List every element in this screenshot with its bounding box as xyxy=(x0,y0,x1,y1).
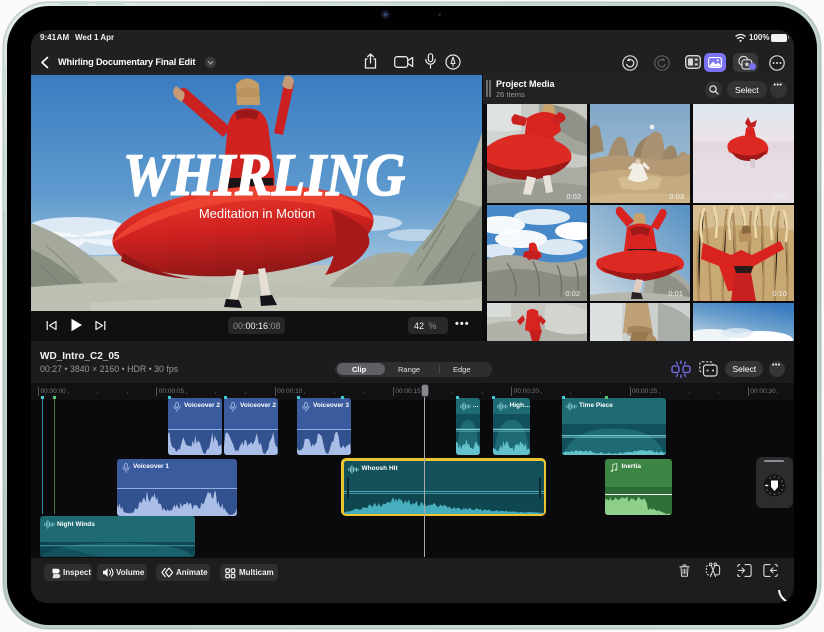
svg-text:0:01: 0:01 xyxy=(668,289,683,298)
svg-text:0:02: 0:02 xyxy=(772,192,787,201)
svg-text:0:02: 0:02 xyxy=(565,289,580,298)
svg-text:WHIRLING: WHIRLING xyxy=(123,142,405,208)
svg-text:0:03: 0:03 xyxy=(669,192,684,201)
svg-text:Meditation in Motion: Meditation in Motion xyxy=(199,206,315,221)
svg-text:0:02: 0:02 xyxy=(566,192,581,201)
svg-text:0:10: 0:10 xyxy=(772,289,787,298)
